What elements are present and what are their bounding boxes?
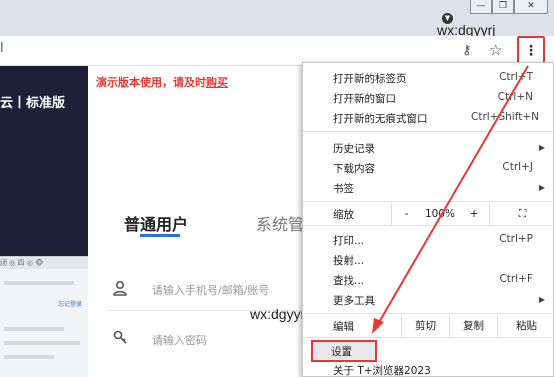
window-controls: — ❐ ✕	[470, 0, 548, 14]
zoom-level: 100%	[424, 208, 456, 220]
submenu-arrow-icon: ▶	[538, 183, 545, 192]
zoom-in-button[interactable]: +	[459, 203, 489, 225]
shortcut-print: Ctrl+P	[499, 233, 533, 245]
cut-button[interactable]: 剪切	[401, 315, 449, 337]
menu-separator	[303, 201, 554, 202]
thumbnail-line	[4, 281, 74, 285]
minimize-button[interactable]: —	[470, 0, 492, 14]
menu-settings[interactable]: 设置	[311, 340, 377, 362]
shortcut-downloads: Ctrl+J	[502, 161, 533, 173]
shortcut-new-window: Ctrl+N	[497, 91, 533, 103]
menu-more-tools[interactable]: 更多工具	[333, 293, 375, 308]
menu-separator	[303, 131, 554, 132]
menu-settings-label: 设置	[331, 346, 352, 358]
close-button[interactable]: ✕	[514, 0, 548, 14]
thumbnail-line	[4, 341, 80, 345]
tab-normal-user[interactable]: 普通用户	[124, 211, 188, 235]
menu-edit-label: 编辑	[333, 321, 354, 333]
fullscreen-icon[interactable]: ⛶	[489, 203, 554, 225]
paste-button[interactable]: 粘贴	[497, 315, 554, 337]
watermark: wx:dgyyrj	[250, 306, 309, 322]
menu-cast[interactable]: 投射...	[333, 253, 364, 268]
browser-menu: 打开新的标签页 Ctrl+T 打开新的窗口 Ctrl+N 打开新的无痕式窗口 C…	[302, 62, 554, 377]
edit-row: 编辑 剪切 复制 粘贴	[303, 315, 554, 337]
account-input[interactable]: 请输入手机号/邮箱/账号	[152, 282, 269, 298]
menu-separator	[303, 313, 554, 314]
submenu-arrow-icon: ▶	[538, 295, 545, 304]
menu-print[interactable]: 打印...	[333, 233, 364, 248]
user-icon	[113, 280, 127, 296]
menu-separator	[303, 225, 554, 226]
menu-incognito-window[interactable]: 打开新的无痕式窗口	[333, 111, 428, 126]
thumbnail-line	[4, 355, 54, 359]
zoom-out-button[interactable]: -	[391, 203, 421, 225]
menu-new-tab[interactable]: 打开新的标签页	[333, 71, 407, 86]
shortcut-find: Ctrl+F	[499, 273, 533, 285]
menu-zoom-label: 缩放	[333, 209, 354, 221]
menu-downloads[interactable]: 下载内容	[333, 161, 375, 176]
shortcut-incognito: Ctrl+Shift+N	[471, 111, 539, 123]
active-tab-indicator	[140, 234, 180, 237]
menu-history[interactable]: 历史记录	[333, 141, 375, 156]
bookmark-star-icon[interactable]: ☆	[489, 41, 502, 59]
menu-find[interactable]: 查找...	[333, 273, 364, 288]
brand-panel: 云丨标准版	[0, 66, 88, 256]
demo-notice: 演示版本使用，请及时购买	[96, 74, 228, 90]
restore-button[interactable]: ❐	[492, 0, 514, 14]
thumbnail-toolbar: 闭 ◎ 四 ◎ 🐵	[0, 257, 88, 269]
thumbnail-line	[4, 327, 64, 331]
title-bar: — ❐ ✕ ▼ wx:dgyyrj	[0, 0, 554, 38]
thumbnail-link: 忘记登录	[58, 301, 83, 308]
brand-title: 云丨标准版	[0, 96, 66, 111]
tab-system-admin[interactable]: 系统管	[256, 211, 304, 235]
purchase-link[interactable]: 购买	[206, 76, 228, 89]
page-thumbnail: 闭 ◎ 四 ◎ 🐵 忘记登录	[0, 256, 88, 377]
copy-button[interactable]: 复制	[449, 315, 497, 337]
menu-bookmarks[interactable]: 书签	[333, 181, 354, 196]
menu-separator	[303, 337, 554, 338]
menu-about[interactable]: 关于 T+浏览器2023	[333, 363, 431, 377]
password-key-icon	[113, 330, 127, 344]
zoom-row: 缩放 - 100% + ⛶	[303, 203, 554, 225]
key-icon[interactable]: ⚷	[462, 43, 472, 58]
demo-notice-text: 演示版本使用，请及时	[96, 76, 206, 89]
password-input[interactable]: 请输入密码	[152, 332, 207, 348]
submenu-arrow-icon: ▶	[538, 143, 545, 152]
address-bar-edge[interactable]: l	[0, 41, 4, 56]
shortcut-new-tab: Ctrl+T	[499, 71, 533, 83]
menu-new-window[interactable]: 打开新的窗口	[333, 91, 396, 106]
